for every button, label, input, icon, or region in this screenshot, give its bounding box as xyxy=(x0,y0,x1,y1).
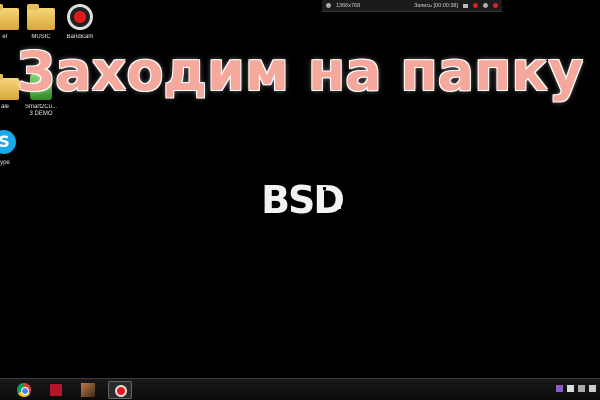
video-title-overlay: Заходим на папку xyxy=(16,40,584,103)
photo-app-icon xyxy=(81,383,95,397)
desktop-icon-bandicam[interactable]: Bandicam xyxy=(53,2,107,41)
recorder-resolution: 1366x768 xyxy=(336,2,361,9)
record-icon[interactable] xyxy=(473,3,478,8)
record-icon xyxy=(63,2,97,32)
taskbar-bandicam[interactable] xyxy=(108,381,132,399)
stop-icon[interactable] xyxy=(493,3,498,8)
red-app-icon xyxy=(50,384,62,396)
chrome-icon xyxy=(17,383,31,397)
recorder-status: Запись [00:00:38] xyxy=(413,2,458,9)
flag-icon[interactable] xyxy=(567,385,574,392)
desktop-icon-label: ype xyxy=(0,160,10,166)
speaker-icon[interactable] xyxy=(589,385,596,392)
bsd-logo: BSD xyxy=(261,178,345,221)
skype-icon: S xyxy=(0,128,22,158)
taskbar-app-red[interactable] xyxy=(44,381,68,399)
taskbar xyxy=(0,378,600,400)
desktop-icon-label: Smart2Cu... 3 DEMO xyxy=(24,104,57,117)
recorder-toolbar: 1366x768 Запись [00:00:38] xyxy=(322,0,502,12)
desktop-icon-skype[interactable]: S ype xyxy=(0,128,32,167)
pause-icon[interactable] xyxy=(483,3,488,8)
screen-icon xyxy=(326,3,331,8)
system-tray xyxy=(556,385,596,392)
tray-app-icon[interactable] xyxy=(556,385,563,392)
camera-icon[interactable] xyxy=(463,3,468,8)
bsd-logo-text: BSD xyxy=(261,178,343,221)
network-icon[interactable] xyxy=(578,385,585,392)
taskbar-app-photo[interactable] xyxy=(76,381,100,399)
taskbar-chrome[interactable] xyxy=(12,381,36,399)
bandicam-icon xyxy=(115,385,127,397)
